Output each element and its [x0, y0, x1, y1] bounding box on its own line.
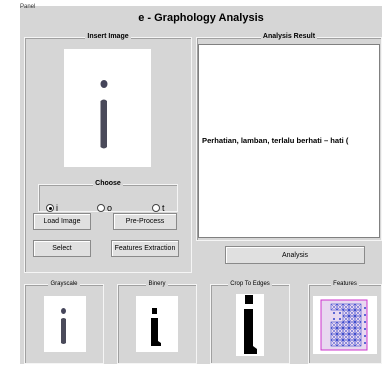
radio-i-dot[interactable] [46, 204, 54, 212]
app-title: e - Graphology Analysis [138, 12, 264, 24]
features-extraction-button[interactable]: Features Extraction [111, 240, 179, 257]
analysis-result-box: Perhatian, lamban, terlalu berhati – hat… [198, 44, 380, 238]
grayscale-title: Grayscale [48, 281, 80, 287]
feature-dot [339, 318, 341, 320]
radio-o-label: o [107, 203, 113, 213]
select-button[interactable]: Select [33, 240, 91, 257]
crop-letter-image [244, 295, 257, 354]
radio-t[interactable]: t [152, 203, 165, 213]
feature-dot [364, 328, 366, 330]
radio-t-label: t [162, 203, 165, 213]
features-frame [320, 299, 368, 351]
insert-image-title: Insert Image [85, 33, 131, 40]
radio-i[interactable]: i [46, 203, 58, 213]
feature-dot [364, 321, 366, 323]
feature-dot [364, 335, 366, 337]
binery-preview [136, 296, 178, 352]
features-preview [313, 296, 377, 354]
analysis-button[interactable]: Analysis [225, 246, 365, 264]
feature-dot [333, 318, 335, 320]
radio-o-dot[interactable] [97, 204, 105, 212]
feature-dot [364, 307, 366, 309]
grayscale-preview [44, 296, 86, 352]
binery-title: Binery [146, 281, 168, 287]
crop-to-edges-title: Crop To Edges [228, 281, 272, 287]
grayscale-letter-image [61, 308, 66, 344]
feature-dot [339, 312, 341, 314]
binery-letter-image [151, 308, 161, 346]
feature-dot [364, 314, 366, 316]
feature-dot [364, 342, 366, 344]
feature-dot [333, 312, 335, 314]
letter-i-image [100, 80, 108, 149]
radio-o[interactable]: o [97, 203, 112, 213]
features-title: Features [331, 281, 359, 287]
insert-image-preview [64, 49, 151, 167]
main-panel: Panel e - Graphology Analysis Insert Ima… [20, 4, 382, 364]
radio-i-label: i [56, 203, 58, 213]
analysis-result-text: Perhatian, lamban, terlalu berhati – hat… [202, 136, 349, 145]
features-grid-image [320, 299, 368, 351]
radio-t-dot[interactable] [152, 204, 160, 212]
panel-label: Panel [20, 4, 36, 10]
load-image-button[interactable]: Load Image [33, 213, 91, 230]
analysis-result-title: Analysis Result [260, 33, 318, 40]
pre-process-button[interactable]: Pre-Process [113, 213, 177, 230]
choose-title: Choose [93, 180, 123, 187]
crop-to-edges-preview [236, 294, 264, 356]
